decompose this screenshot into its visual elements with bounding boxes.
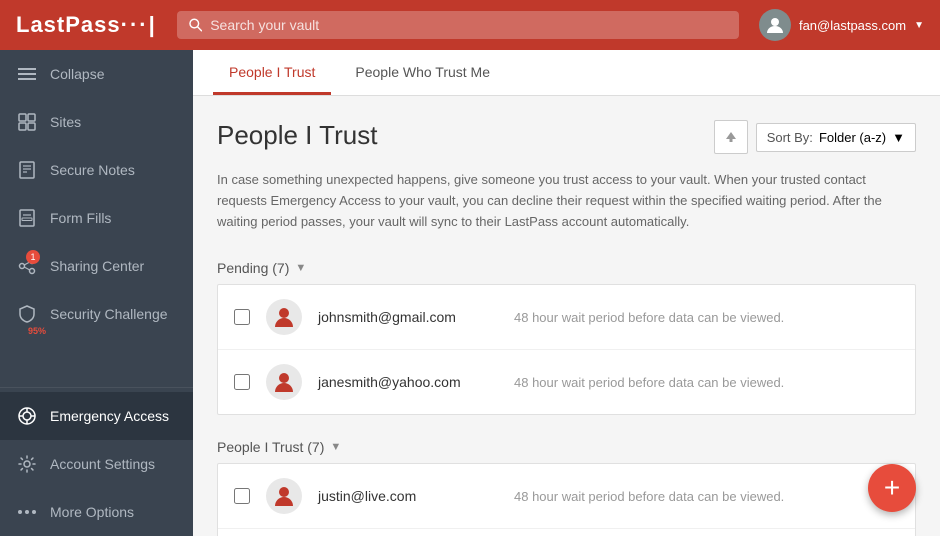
content-area: People I Trust People Who Trust Me Peopl… xyxy=(193,50,940,536)
page-header: People I Trust Sort By: Folder (a-z) ▼ xyxy=(217,120,916,154)
add-button[interactable]: + xyxy=(868,464,916,512)
sort-dropdown[interactable]: Sort By: Folder (a-z) ▼ xyxy=(756,123,916,152)
sidebar-label-emergency-access: Emergency Access xyxy=(50,408,169,424)
user-caret-icon: ▼ xyxy=(914,20,924,31)
more-options-icon xyxy=(16,501,38,523)
collapse-icon xyxy=(16,63,38,85)
search-input[interactable] xyxy=(210,17,727,33)
sidebar-item-sites[interactable]: Sites xyxy=(0,98,193,146)
sidebar-label-sites: Sites xyxy=(50,114,81,130)
row-avatar xyxy=(266,299,302,335)
row-checkbox[interactable] xyxy=(234,309,250,325)
table-row: janesmith@yahoo.com 48 hour wait period … xyxy=(218,350,915,414)
form-fills-icon xyxy=(16,207,38,229)
sort-caret-icon: ▼ xyxy=(892,130,905,145)
secure-notes-icon xyxy=(16,159,38,181)
sidebar-label-sharing-center: Sharing Center xyxy=(50,258,144,274)
row-checkbox[interactable] xyxy=(234,488,250,504)
row-wait-period: 48 hour wait period before data can be v… xyxy=(514,375,784,390)
section-trust-header[interactable]: People I Trust (7) ▼ xyxy=(217,431,916,463)
section-trust-label: People I Trust (7) xyxy=(217,439,324,455)
row-email: janesmith@yahoo.com xyxy=(318,374,498,390)
sidebar-item-more-options[interactable]: More Options xyxy=(0,488,193,536)
security-percent-badge: 95% xyxy=(28,326,46,336)
sites-icon xyxy=(16,111,38,133)
logo: LastPass···| xyxy=(16,12,157,38)
topbar: LastPass···| fan@lastpass.com ▼ xyxy=(0,0,940,50)
tabs: People I Trust People Who Trust Me xyxy=(193,50,940,96)
table-row: kathy@gmail.com 48 hour wait period befo… xyxy=(218,529,915,536)
row-avatar xyxy=(266,478,302,514)
sidebar-label-collapse: Collapse xyxy=(50,66,104,82)
section-pending-label: Pending (7) xyxy=(217,260,289,276)
user-menu[interactable]: fan@lastpass.com ▼ xyxy=(759,9,924,41)
main-layout: Collapse Sites xyxy=(0,50,940,536)
row-wait-period: 48 hour wait period before data can be v… xyxy=(514,310,784,325)
sort-value: Folder (a-z) xyxy=(819,130,886,145)
section-people-i-trust: People I Trust (7) ▼ justin@live.co xyxy=(217,431,916,536)
page-title: People I Trust xyxy=(217,120,377,151)
sidebar-item-security-challenge[interactable]: 95% Security Challenge xyxy=(0,290,193,338)
table-row: justin@live.com 48 hour wait period befo… xyxy=(218,464,915,529)
sidebar-label-form-fills: Form Fills xyxy=(50,210,111,226)
sort-control: Sort By: Folder (a-z) ▼ xyxy=(714,120,916,154)
emergency-access-icon xyxy=(16,405,38,427)
logo-text: LastPass xyxy=(16,12,121,38)
section-pending-header[interactable]: Pending (7) ▼ xyxy=(217,252,916,284)
user-email: fan@lastpass.com xyxy=(799,18,906,33)
tab-people-i-trust[interactable]: People I Trust xyxy=(213,50,331,95)
page-description: In case something unexpected happens, gi… xyxy=(217,170,916,232)
table-row: johnsmith@gmail.com 48 hour wait period … xyxy=(218,285,915,350)
section-trust-caret-icon: ▼ xyxy=(330,441,341,453)
account-settings-icon xyxy=(16,453,38,475)
sidebar-label-account-settings: Account Settings xyxy=(50,456,155,472)
row-email: justin@live.com xyxy=(318,488,498,504)
sidebar-item-account-settings[interactable]: Account Settings xyxy=(0,440,193,488)
pending-table: johnsmith@gmail.com 48 hour wait period … xyxy=(217,284,916,415)
sidebar-item-sharing-center[interactable]: 1 Sharing Center xyxy=(0,242,193,290)
sidebar-label-security-challenge: Security Challenge xyxy=(50,306,168,322)
tab-people-who-trust-me[interactable]: People Who Trust Me xyxy=(339,50,506,95)
sidebar-item-emergency-access[interactable]: Emergency Access xyxy=(0,392,193,440)
sidebar-item-collapse[interactable]: Collapse xyxy=(0,50,193,98)
logo-dots: ···| xyxy=(121,12,157,38)
security-challenge-icon xyxy=(16,303,38,325)
sidebar: Collapse Sites xyxy=(0,50,193,536)
search-bar[interactable] xyxy=(177,11,739,39)
row-email: johnsmith@gmail.com xyxy=(318,309,498,325)
sidebar-item-secure-notes[interactable]: Secure Notes xyxy=(0,146,193,194)
sort-by-label: Sort By: xyxy=(767,130,813,145)
row-wait-period: 48 hour wait period before data can be v… xyxy=(514,489,784,504)
trust-table: justin@live.com 48 hour wait period befo… xyxy=(217,463,916,536)
section-pending-caret-icon: ▼ xyxy=(295,262,306,274)
row-avatar xyxy=(266,364,302,400)
upload-button[interactable] xyxy=(714,120,748,154)
page-content: People I Trust Sort By: Folder (a-z) ▼ xyxy=(193,96,940,536)
sidebar-label-more-options: More Options xyxy=(50,504,134,520)
user-avatar xyxy=(759,9,791,41)
section-pending: Pending (7) ▼ johnsmith@gmail.com xyxy=(217,252,916,415)
sharing-badge: 1 xyxy=(26,250,40,264)
search-icon xyxy=(189,18,202,32)
sidebar-label-secure-notes: Secure Notes xyxy=(50,162,135,178)
sidebar-item-form-fills[interactable]: Form Fills xyxy=(0,194,193,242)
row-checkbox[interactable] xyxy=(234,374,250,390)
